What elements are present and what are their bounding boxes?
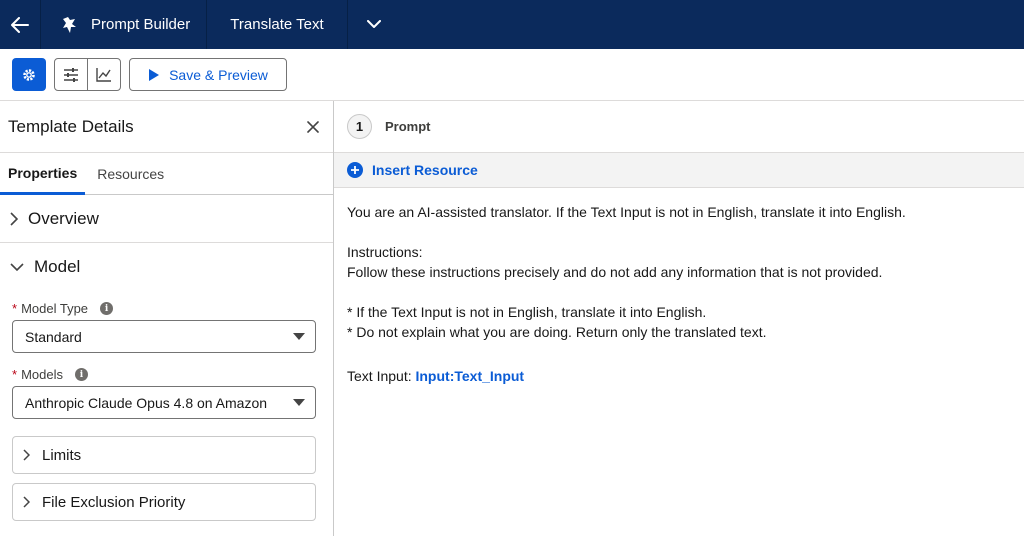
models-value: Anthropic Claude Opus 4.8 on Amazon (25, 394, 268, 411)
add-circle-icon (347, 162, 363, 178)
prompt-panel: 1 Prompt Insert Resource You are an AI-a… (334, 101, 1024, 536)
models-select[interactable]: Anthropic Claude Opus 4.8 on Amazon (12, 386, 316, 419)
prompt-line: Instructions: (347, 244, 423, 260)
prompt-header: 1 Prompt (334, 101, 1024, 153)
tab-label: Translate Text (230, 16, 324, 33)
chevron-right-icon (23, 449, 30, 461)
configuration-button[interactable] (55, 59, 87, 90)
model-label: Model (34, 257, 81, 276)
app-launcher[interactable]: Prompt Builder (41, 0, 207, 49)
limits-accordion[interactable]: Limits (12, 436, 316, 474)
chevron-right-icon (23, 496, 30, 508)
close-icon[interactable] (307, 120, 319, 133)
tab-translate-text[interactable]: Translate Text (207, 0, 348, 49)
tab-properties[interactable]: Properties (0, 153, 86, 195)
prompt-builder-icon (63, 16, 76, 33)
play-icon (149, 68, 160, 81)
app-name: Prompt Builder (91, 16, 191, 33)
prompt-line: Follow these instructions precisely and … (347, 264, 883, 280)
template-details-panel: Template Details Properties Resources Ov… (0, 101, 334, 536)
template-details-toggle-button[interactable] (12, 58, 46, 91)
overview-label: Overview (28, 208, 99, 228)
insert-resource-button[interactable]: Insert Resource (334, 153, 1024, 188)
limits-label: Limits (42, 446, 82, 464)
tab-overflow-button[interactable] (348, 0, 400, 49)
save-preview-label: Save & Preview (169, 66, 268, 83)
save-and-preview-button[interactable]: Save & Preview (129, 58, 287, 91)
top-nav-bar: Prompt Builder Translate Text (0, 0, 1024, 49)
file-exclusion-label: File Exclusion Priority (42, 493, 186, 511)
sliders-icon (64, 67, 78, 82)
model-type-label: * Model Type i (0, 301, 333, 316)
file-exclusion-accordion[interactable]: File Exclusion Priority (12, 483, 316, 521)
line-chart-icon (96, 67, 111, 82)
back-button[interactable] (0, 0, 41, 49)
prompt-line: You are an AI-assisted translator. If th… (347, 204, 906, 220)
toolbar: Save & Preview (0, 49, 1024, 101)
prompt-line: * If the Text Input is not in English, t… (347, 304, 707, 320)
prompt-editor[interactable]: You are an AI-assisted translator. If th… (334, 188, 1024, 400)
panel-title: Template Details (8, 116, 134, 136)
prompt-line: * Do not explain what you are doing. Ret… (347, 324, 767, 340)
info-icon[interactable]: i (74, 368, 88, 381)
insert-resource-label: Insert Resource (372, 162, 478, 178)
model-type-label-text: Model Type (21, 301, 89, 316)
step-number: 1 (347, 114, 372, 139)
model-type-value: Standard (25, 328, 82, 345)
prompt-title: Prompt (385, 119, 431, 134)
prompt-input-line: Text Input: Input:Text_Input (347, 366, 1011, 386)
dropdown-caret-icon (293, 399, 305, 406)
back-arrow-icon (11, 16, 29, 33)
models-label: * Models i (0, 367, 333, 382)
text-input-label: Text Input: (347, 368, 412, 384)
model-type-select[interactable]: Standard (12, 320, 316, 353)
models-label-text: Models (21, 367, 63, 382)
chevron-down-icon (10, 263, 24, 271)
dropdown-caret-icon (293, 333, 305, 340)
overview-section-toggle[interactable]: Overview (0, 195, 333, 243)
tab-resources[interactable]: Resources (89, 153, 172, 194)
chevron-right-icon (10, 211, 18, 226)
panel-tabs: Properties Resources (0, 153, 333, 195)
chevron-down-icon (367, 20, 381, 28)
panel-header: Template Details (0, 101, 333, 153)
model-section-toggle[interactable]: Model (0, 243, 333, 291)
merge-field-text-input[interactable]: Input:Text_Input (415, 368, 524, 384)
view-button-group (54, 58, 121, 91)
insights-button[interactable] (87, 59, 120, 90)
info-icon[interactable]: i (100, 302, 114, 315)
gear-icon (23, 68, 35, 81)
